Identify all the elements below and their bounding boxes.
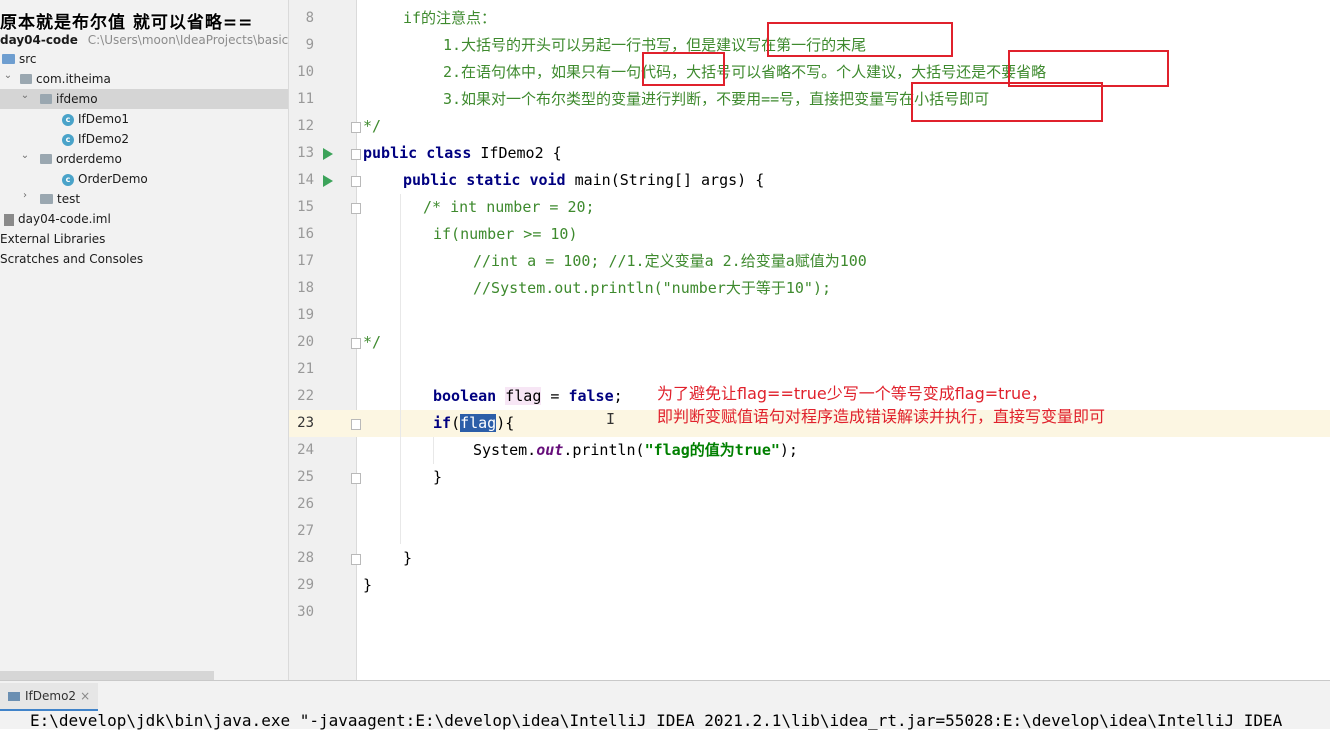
fold-marker-icon[interactable] — [351, 176, 361, 187]
line-number: 15 — [297, 199, 314, 215]
line-number: 19 — [297, 307, 314, 323]
tree-root[interactable]: day04-code C:\Users\moon\IdeaProjects\ba… — [0, 30, 289, 50]
class-icon: c — [62, 173, 74, 186]
tree-item-ifdemo[interactable]: ifdemo — [40, 89, 98, 109]
folder-icon — [40, 193, 53, 204]
module-file-icon — [4, 213, 14, 226]
run-config-icon — [8, 692, 20, 701]
run-class-icon[interactable] — [323, 148, 333, 160]
line-number: 21 — [297, 361, 314, 377]
code-line-28: } — [403, 549, 413, 567]
tree-root-path: C:\Users\moon\IdeaProjects\basic-co — [87, 33, 289, 47]
text-cursor-icon: I — [606, 410, 616, 428]
line-number: 18 — [297, 280, 314, 296]
line-number: 16 — [297, 226, 314, 242]
highlight-box — [642, 52, 725, 86]
code-line-12: */ — [363, 117, 382, 135]
fold-marker-icon[interactable] — [351, 338, 361, 349]
video-overlay-title: 原本就是布尔值 就可以省略== — [0, 13, 254, 33]
line-number: 26 — [297, 496, 314, 512]
line-number: 8 — [305, 10, 314, 26]
line-number: 29 — [297, 577, 314, 593]
source-folder-icon — [2, 53, 15, 64]
code-line-16: if(number >= 10) — [433, 225, 578, 243]
tree-item-iml[interactable]: day04-code.iml — [4, 209, 111, 229]
line-number: 20 — [297, 334, 314, 350]
fold-marker-icon[interactable] — [351, 122, 361, 133]
code-line-29: } — [363, 576, 373, 594]
line-number: 30 — [297, 604, 314, 620]
annotation-line-1: 为了避免让flag==true少写一个等号变成flag=true， — [657, 384, 1047, 403]
horizontal-scrollbar[interactable] — [0, 671, 214, 680]
tree-item-scratches[interactable]: Scratches and Consoles — [0, 249, 143, 269]
fold-marker-icon[interactable] — [351, 473, 361, 484]
highlight-box — [767, 22, 953, 57]
code-line-14: public static void main(String[] args) { — [403, 171, 765, 189]
fold-marker-icon[interactable] — [351, 419, 361, 430]
package-icon — [20, 73, 32, 84]
run-panel: IfDemo2 × E:\develop\jdk\bin\java.exe "-j… — [0, 680, 1330, 730]
line-number: 23 — [297, 415, 314, 431]
line-number: 13 — [297, 145, 314, 161]
line-number: 12 — [297, 118, 314, 134]
line-number: 17 — [297, 253, 314, 269]
class-icon: c — [62, 133, 74, 146]
indent-guide — [400, 194, 401, 544]
highlight-box — [911, 82, 1103, 122]
class-icon: c — [62, 113, 74, 126]
indent-guide — [433, 437, 434, 464]
package-icon — [40, 153, 52, 164]
chevron-down-icon[interactable]: ⌄ — [20, 150, 30, 161]
line-number: 9 — [305, 37, 314, 53]
tree-item-orderdemo[interactable]: orderdemo — [40, 149, 122, 169]
line-number: 24 — [297, 442, 314, 458]
code-line-22: boolean flag = false; — [433, 387, 623, 405]
code-line-24: System.out.println("flag的值为true"); — [473, 441, 798, 459]
code-line-8: if的注意点： — [403, 9, 497, 27]
fold-marker-icon[interactable] — [351, 149, 361, 160]
line-number: 11 — [297, 91, 314, 107]
code-line-17: //int a = 100; //1.定义变量a 2.给变量a赋值为100 — [473, 252, 867, 270]
code-line-11: 3.如果对一个布尔类型的变量进行判断，不要用==号，直接把变量写在小括号即可 — [443, 90, 990, 108]
console-output: E:\develop\jdk\bin\java.exe "-javaagent:… — [30, 711, 1283, 730]
package-icon — [40, 93, 52, 104]
line-number: 28 — [297, 550, 314, 566]
line-number: 14 — [297, 172, 314, 188]
selected-text: flag — [460, 414, 497, 432]
annotation-line-2: 即判断变赋值语句对程序造成错误解读并执行，直接写变量即可 — [657, 407, 1106, 426]
code-line-18: //System.out.println("number大于等于10"); — [473, 279, 832, 297]
line-number: 22 — [297, 388, 314, 404]
tree-item-ifdemo1[interactable]: c IfDemo1 — [62, 109, 129, 129]
project-panel: day04-code C:\Users\moon\IdeaProjects\ba… — [0, 0, 289, 680]
code-line-20: */ — [363, 333, 382, 351]
line-number: 10 — [297, 64, 314, 80]
tree-item-ifdemo2[interactable]: c IfDemo2 — [62, 129, 129, 149]
line-number: 25 — [297, 469, 314, 485]
run-tab-ifdemo2[interactable]: IfDemo2 × — [0, 683, 99, 711]
chevron-down-icon[interactable]: ⌄ — [3, 70, 13, 81]
tree-item-com-itheima[interactable]: com.itheima — [20, 69, 111, 89]
tree-item-orderdemo-class[interactable]: c OrderDemo — [62, 169, 148, 189]
tree-item-src[interactable]: src — [2, 49, 37, 69]
run-main-icon[interactable] — [323, 175, 333, 187]
tree-item-external-libraries[interactable]: External Libraries — [0, 229, 105, 249]
tree-item-test[interactable]: test — [40, 189, 80, 209]
chevron-right-icon[interactable]: › — [20, 190, 30, 201]
code-line-13: public class IfDemo2 { — [363, 144, 562, 162]
code-line-15: /* int number = 20; — [423, 198, 595, 216]
code-line-25: } — [433, 468, 443, 486]
line-number: 27 — [297, 523, 314, 539]
fold-marker-icon[interactable] — [351, 554, 361, 565]
close-icon[interactable]: × — [80, 689, 90, 703]
code-line-23: if(flag){ — [433, 414, 515, 432]
tree-root-label: day04-code — [0, 33, 78, 47]
chevron-down-icon[interactable]: ⌄ — [20, 90, 30, 101]
fold-marker-icon[interactable] — [351, 203, 361, 214]
